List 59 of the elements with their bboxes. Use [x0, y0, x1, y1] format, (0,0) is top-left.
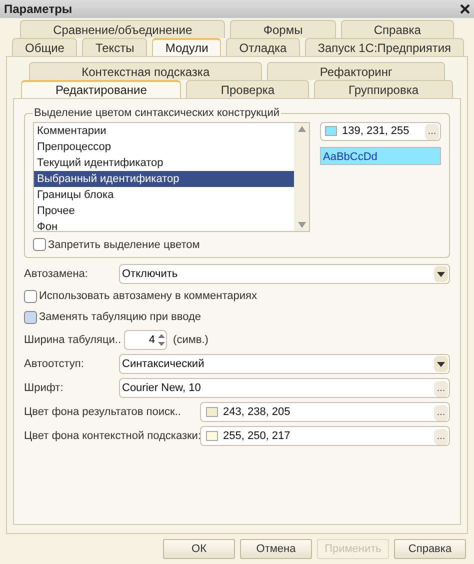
- field-label: Шрифт:: [24, 380, 64, 396]
- tab[interactable]: Справка: [340, 20, 454, 38]
- list-item[interactable]: Препроцессор: [34, 138, 294, 154]
- field-label: Автозамена:: [24, 266, 89, 282]
- dialog-button[interactable]: ОК: [163, 539, 235, 559]
- checkbox-label: Заменять табуляцию при вводе: [39, 310, 202, 326]
- tab[interactable]: Проверка: [186, 80, 310, 98]
- window-title: Параметры: [4, 1, 72, 18]
- color-field[interactable]: 243, 238, 205 ...: [200, 402, 450, 422]
- checkbox[interactable]: [33, 238, 46, 252]
- caret-icon: [437, 362, 445, 366]
- field-label: Цвет фона результатов поиск..: [24, 404, 182, 420]
- spinner-arrows-icon: [157, 333, 166, 347]
- tab[interactable]: Группировка: [314, 80, 454, 98]
- unit-label: (симв.): [173, 332, 210, 348]
- ellipsis-button[interactable]: ...: [434, 405, 448, 421]
- dialog-button[interactable]: Отмена: [240, 539, 312, 559]
- tab[interactable]: Контекстная подсказка: [29, 62, 262, 80]
- list-item[interactable]: Прочее: [34, 202, 294, 218]
- tab[interactable]: Редактирование: [21, 80, 182, 98]
- ellipsis-button[interactable]: ...: [425, 124, 439, 140]
- down-arrow-icon[interactable]: [298, 222, 306, 228]
- field-label: Цвет фона контекстной подсказки:: [24, 428, 200, 444]
- field-label: Автоотступ:: [24, 356, 85, 372]
- list-item[interactable]: Границы блока: [34, 186, 294, 202]
- checkbox[interactable]: [24, 290, 37, 303]
- ellipsis-button[interactable]: ...: [434, 429, 448, 445]
- dropdown-button[interactable]: [434, 266, 448, 282]
- dropdown-field[interactable]: Отключить: [119, 264, 450, 284]
- color-field[interactable]: 139, 231, 255 ...: [320, 122, 441, 140]
- tab[interactable]: Отладка: [226, 38, 300, 56]
- tab[interactable]: Модули: [152, 38, 222, 56]
- caret-icon: [437, 272, 445, 276]
- dialog-button[interactable]: Справка: [394, 539, 466, 559]
- dropdown-field[interactable]: Синтаксический: [119, 354, 450, 374]
- ellipsis-button[interactable]: ...: [434, 381, 448, 397]
- list-item[interactable]: Выбранный идентификатор: [34, 170, 294, 186]
- up-arrow-icon[interactable]: [298, 126, 306, 132]
- tab[interactable]: Рефакторинг: [267, 62, 445, 80]
- font-field[interactable]: Courier New, 10 ...: [119, 378, 450, 398]
- tab[interactable]: Сравнение/объединение: [20, 20, 226, 38]
- tab[interactable]: Общие: [12, 38, 78, 56]
- list-item[interactable]: Текущий идентификатор: [34, 154, 294, 170]
- list-item[interactable]: Комментарии: [34, 122, 294, 138]
- scrollbar[interactable]: [294, 122, 309, 230]
- group-title: Выделение цветом синтаксических конструкций: [33, 106, 281, 121]
- tab[interactable]: Тексты: [82, 38, 148, 56]
- color-field[interactable]: 255, 250, 217 ...: [200, 426, 450, 446]
- tab[interactable]: Запуск 1С:Предприятия: [304, 38, 464, 56]
- dropdown-button[interactable]: [434, 356, 448, 372]
- checkbox-label: Запретить выделение цветом: [48, 238, 200, 252]
- tab[interactable]: Формы: [230, 20, 336, 38]
- field-label: Ширина табуляци..: [24, 332, 122, 348]
- checkbox[interactable]: [24, 311, 37, 324]
- checkbox-label: Использовать автозамену в комментариях: [39, 289, 258, 304]
- number-field[interactable]: 4: [124, 330, 168, 350]
- color-preview: AaBbCcDd: [320, 146, 441, 164]
- list-item[interactable]: Фон: [34, 218, 294, 230]
- close-icon[interactable]: [460, 4, 470, 14]
